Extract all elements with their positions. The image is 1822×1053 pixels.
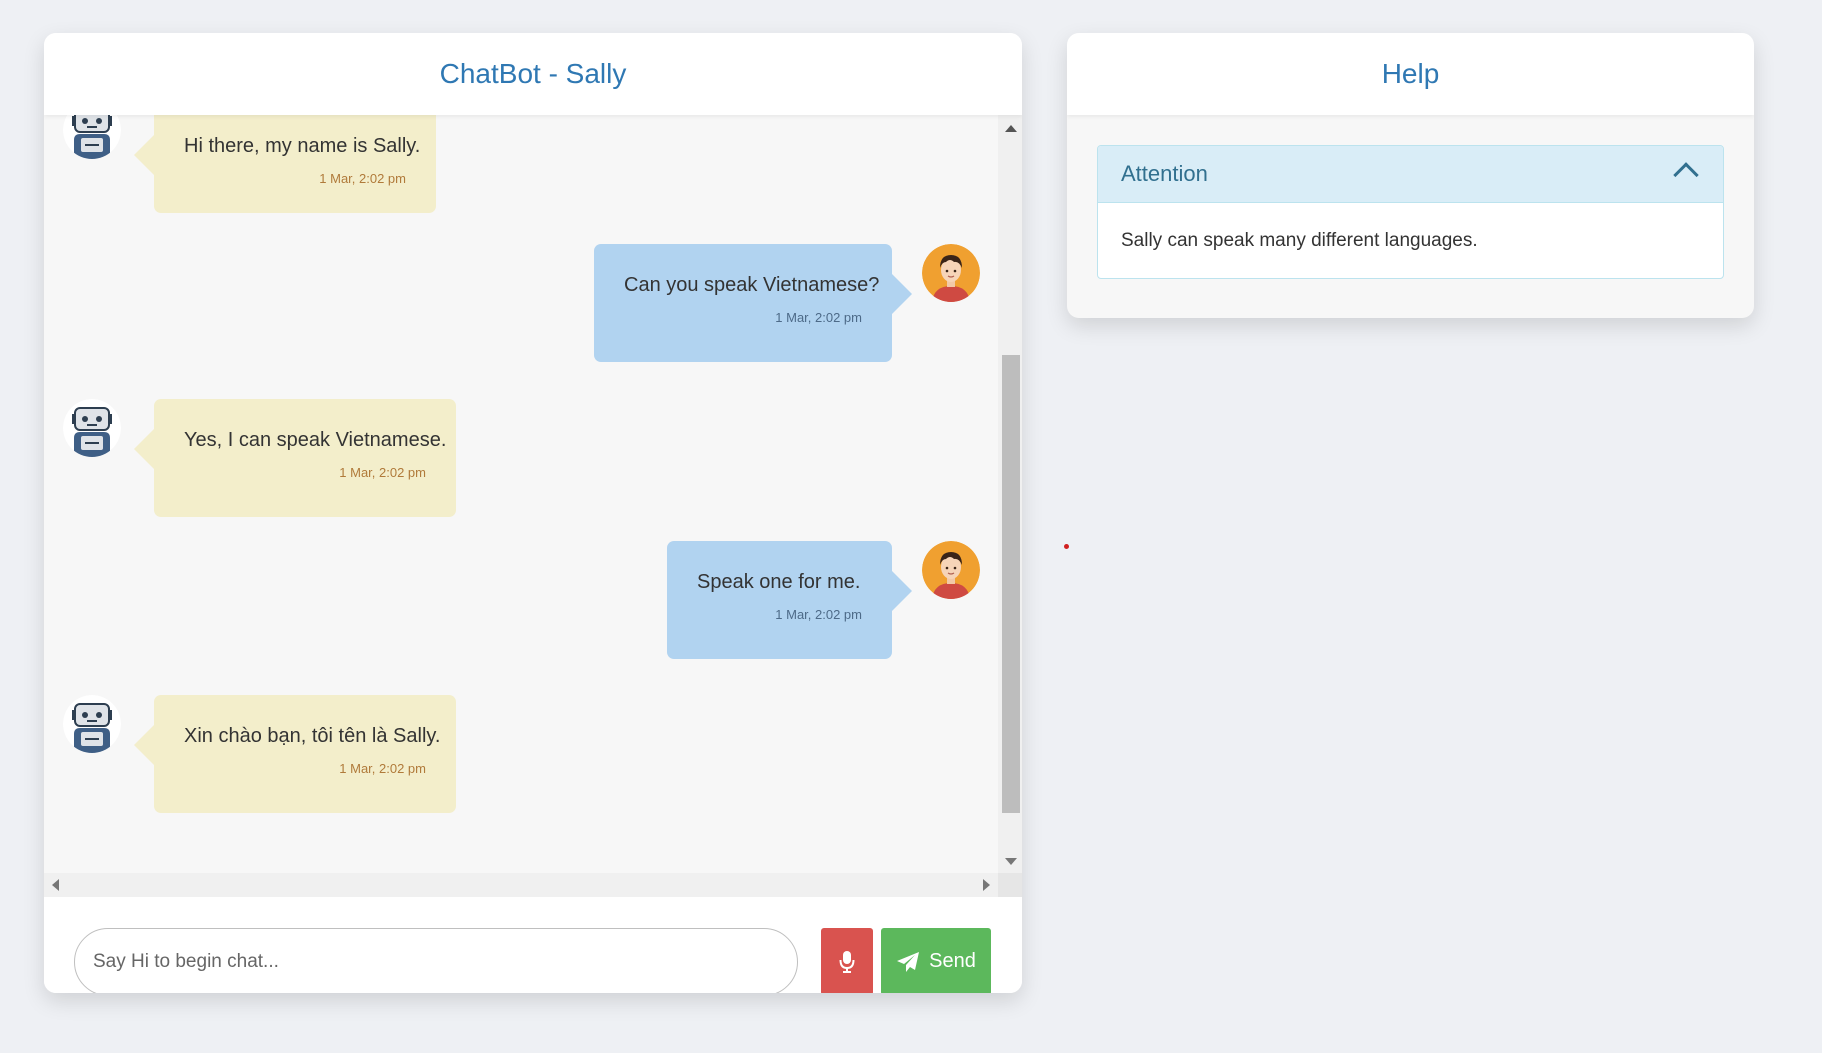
message-timestamp: 1 Mar, 2:02 pm (775, 607, 862, 622)
cursor-dot (1064, 544, 1069, 549)
message-bubble: Hi there, my name is Sally. 1 Mar, 2:02 … (134, 115, 436, 213)
attention-panel-body: Sally can speak many different languages… (1121, 230, 1478, 251)
scroll-down-arrow-icon[interactable] (1005, 858, 1017, 865)
send-button-label: Send (929, 950, 976, 972)
scrollbar-thumb[interactable] (1002, 355, 1020, 813)
attention-panel-heading: Attention (1121, 161, 1208, 186)
help-card: Help Attention Sally can speak many diff… (1067, 33, 1754, 318)
vertical-scrollbar[interactable] (998, 115, 1022, 873)
bot-avatar-icon (63, 115, 121, 159)
bot-avatar-icon (63, 695, 121, 753)
message-timestamp: 1 Mar, 2:02 pm (339, 465, 426, 480)
bot-avatar-icon (63, 399, 121, 457)
microphone-button[interactable] (821, 928, 873, 993)
message-list: Hi there, my name is Sally. 1 Mar, 2:02 … (44, 115, 998, 873)
user-avatar-icon (922, 541, 980, 599)
message-text: Xin chào bạn, tôi tên là Sally. (184, 725, 441, 747)
message-text: Speak one for me. (697, 571, 861, 593)
user-avatar-icon (922, 244, 980, 302)
scroll-up-arrow-icon[interactable] (1005, 125, 1017, 132)
attention-panel: Attention Sally can speak many different… (1097, 145, 1724, 279)
send-button[interactable]: Send (881, 928, 991, 993)
message-timestamp: 1 Mar, 2:02 pm (775, 310, 862, 325)
message-bubble: Can you speak Vietnamese? 1 Mar, 2:02 pm (594, 244, 912, 362)
message-text: Yes, I can speak Vietnamese. (184, 429, 447, 451)
message-text: Can you speak Vietnamese? (624, 274, 880, 296)
scroll-left-arrow-icon[interactable] (52, 879, 59, 891)
message-bubble: Speak one for me. 1 Mar, 2:02 pm (667, 541, 912, 659)
help-title: Help (1067, 33, 1754, 115)
microphone-icon (839, 950, 855, 973)
scroll-right-arrow-icon[interactable] (983, 879, 990, 891)
chevron-up-icon[interactable] (1673, 162, 1699, 188)
message-bubble: Yes, I can speak Vietnamese. 1 Mar, 2:02… (134, 399, 456, 517)
chat-input[interactable] (74, 928, 798, 993)
chat-viewport[interactable]: Hi there, my name is Sally. 1 Mar, 2:02 … (44, 115, 1022, 897)
message-composer: Send (44, 897, 1022, 993)
message-text: Hi there, my name is Sally. (184, 135, 421, 157)
paper-plane-icon (897, 951, 920, 972)
message-timestamp: 1 Mar, 2:02 pm (319, 171, 406, 186)
attention-panel-toggle[interactable]: Attention (1098, 146, 1723, 203)
chat-title: ChatBot - Sally (44, 33, 1022, 115)
chat-card: ChatBot - Sally Hi there, my name is Sal… (44, 33, 1022, 993)
scrollbar-corner (998, 873, 1022, 897)
message-bubble: Xin chào bạn, tôi tên là Sally. 1 Mar, 2… (134, 695, 456, 813)
horizontal-scrollbar[interactable] (44, 873, 998, 897)
message-timestamp: 1 Mar, 2:02 pm (339, 761, 426, 776)
